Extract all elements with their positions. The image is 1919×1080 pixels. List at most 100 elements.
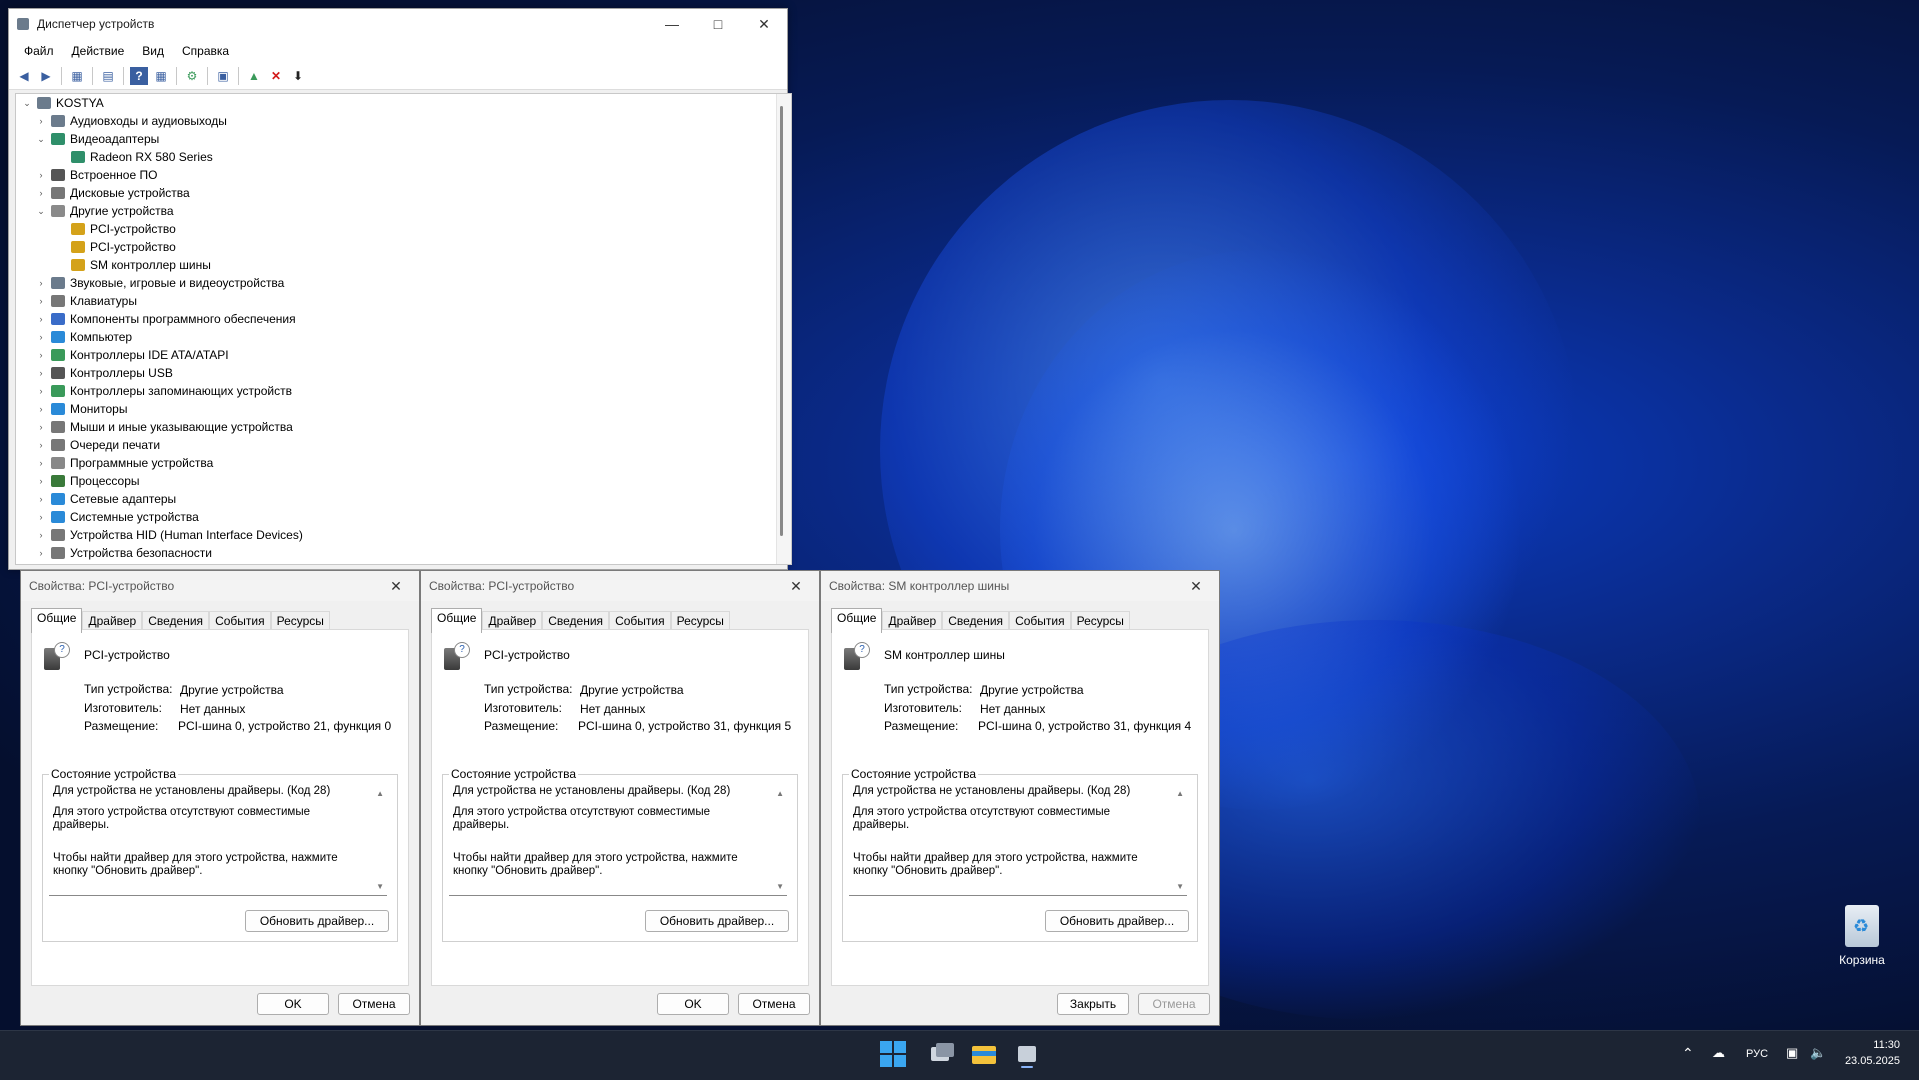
chevron-right-icon[interactable]: › xyxy=(34,440,48,450)
close-icon[interactable]: ✕ xyxy=(373,571,419,601)
uninstall-icon[interactable]: ✕ xyxy=(267,67,285,85)
tree-node[interactable]: › Встроенное ПО xyxy=(16,166,791,184)
scroll-down-icon[interactable]: ▼ xyxy=(1176,880,1184,893)
tree-node[interactable]: › Контроллеры IDE ATA/ATAPI xyxy=(16,346,791,364)
view-icon[interactable]: ▦ xyxy=(152,67,170,85)
chevron-right-icon[interactable]: › xyxy=(34,548,48,558)
scroll-down-icon[interactable]: ▼ xyxy=(376,880,384,893)
language-indicator[interactable]: РУС xyxy=(1746,1048,1768,1060)
tree-node[interactable]: › Мониторы xyxy=(16,400,791,418)
tree-node[interactable]: › Мыши и иные указывающие устройства xyxy=(16,418,791,436)
tree-node[interactable]: PCI-устройство xyxy=(16,220,791,238)
chevron-right-icon[interactable]: › xyxy=(34,368,48,378)
tree-node[interactable]: › Контроллеры USB xyxy=(16,364,791,382)
chevron-right-icon[interactable]: › xyxy=(34,494,48,504)
tree-root[interactable]: ⌄ KOSTYA xyxy=(16,94,791,112)
device-status-text[interactable]: Для устройства не установлены драйверы. … xyxy=(49,785,387,896)
properties-icon[interactable]: ▤ xyxy=(99,67,117,85)
chevron-right-icon[interactable]: › xyxy=(34,296,48,306)
back-icon[interactable]: ◀ xyxy=(15,67,33,85)
file-explorer-icon[interactable] xyxy=(970,1041,998,1069)
cancel-button[interactable]: Отмена xyxy=(338,993,410,1015)
chevron-right-icon[interactable]: › xyxy=(34,476,48,486)
desktop-icon-recycle-bin[interactable]: ♻ Корзина xyxy=(1830,905,1894,967)
scroll-up-icon[interactable]: ▲ xyxy=(776,787,784,800)
monitor-icon[interactable]: ▣ xyxy=(214,67,232,85)
close-icon[interactable]: ✕ xyxy=(1173,571,1219,601)
menu-action[interactable]: Действие xyxy=(63,41,134,61)
device-manager-taskbar-icon[interactable] xyxy=(1013,1041,1041,1069)
tab-0[interactable]: Общие xyxy=(31,608,83,633)
tree-node[interactable]: › Системные устройства xyxy=(16,508,791,526)
tree-node[interactable]: › Аудиовходы и аудиовыходы xyxy=(16,112,791,130)
tree-node[interactable]: › Компьютер xyxy=(16,328,791,346)
update-driver-button[interactable]: Обновить драйвер... xyxy=(1045,910,1189,932)
tree-node[interactable]: › Очереди печати xyxy=(16,436,791,454)
ok-button[interactable]: OK xyxy=(657,993,729,1015)
tree-node[interactable]: PCI-устройство xyxy=(16,238,791,256)
add-driver-icon[interactable]: ▲ xyxy=(245,67,263,85)
tree-node[interactable]: SM контроллер шины xyxy=(16,256,791,274)
update-driver-icon[interactable]: ⬇ xyxy=(289,67,307,85)
device-status-text[interactable]: Для устройства не установлены драйверы. … xyxy=(849,785,1187,896)
tree-node[interactable]: › Дисковые устройства xyxy=(16,184,791,202)
forward-icon[interactable]: ▶ xyxy=(37,67,55,85)
network-icon[interactable]: ▣ xyxy=(1786,1045,1798,1061)
tree-node[interactable]: ⌄ Видеоадаптеры xyxy=(16,130,791,148)
scroll-up-icon[interactable]: ▲ xyxy=(376,787,384,800)
chevron-right-icon[interactable]: › xyxy=(34,278,48,288)
minimize-icon[interactable]: — xyxy=(649,9,695,39)
close-icon[interactable]: ✕ xyxy=(773,571,819,601)
device-status-text[interactable]: Для устройства не установлены драйверы. … xyxy=(449,785,787,896)
help-icon[interactable]: ? xyxy=(130,67,148,85)
tree-node[interactable]: › Устройства безопасности xyxy=(16,544,791,562)
cancel-button[interactable]: Отмена xyxy=(1138,993,1210,1015)
tree-node[interactable]: › Компоненты программного обеспечения xyxy=(16,310,791,328)
tree-scrollbar[interactable] xyxy=(776,94,791,564)
chevron-right-icon[interactable]: › xyxy=(34,422,48,432)
scrollbar-thumb[interactable] xyxy=(780,106,783,536)
ok-button[interactable]: OK xyxy=(257,993,329,1015)
scan-hardware-icon[interactable]: ⚙ xyxy=(183,67,201,85)
tree-node[interactable]: › Сетевые адаптеры xyxy=(16,490,791,508)
maximize-icon[interactable]: □ xyxy=(695,9,741,39)
tree-node[interactable]: › Процессоры xyxy=(16,472,791,490)
tab-0[interactable]: Общие xyxy=(831,608,883,633)
chevron-down-icon[interactable]: ⌄ xyxy=(34,206,48,217)
tree-node[interactable]: › Устройства HID (Human Interface Devices… xyxy=(16,526,791,544)
chevron-up-icon[interactable]: ⌃ xyxy=(1682,1045,1694,1062)
chevron-right-icon[interactable]: › xyxy=(34,530,48,540)
cancel-button[interactable]: Отмена xyxy=(738,993,810,1015)
scroll-up-icon[interactable]: ▲ xyxy=(1176,787,1184,800)
chevron-down-icon[interactable]: ⌄ xyxy=(34,134,48,145)
chevron-right-icon[interactable]: › xyxy=(34,332,48,342)
close-icon[interactable]: ✕ xyxy=(741,9,787,39)
chevron-right-icon[interactable]: › xyxy=(34,404,48,414)
scroll-down-icon[interactable]: ▼ xyxy=(776,880,784,893)
chevron-right-icon[interactable]: › xyxy=(34,350,48,360)
task-view-icon[interactable] xyxy=(928,1041,956,1069)
chevron-right-icon[interactable]: › xyxy=(34,314,48,324)
volume-icon[interactable]: 🔈 xyxy=(1810,1045,1826,1061)
menu-file[interactable]: Файл xyxy=(15,41,63,61)
tree-node[interactable]: › Программные устройства xyxy=(16,454,791,472)
show-hide-tree-icon[interactable]: ▦ xyxy=(68,67,86,85)
tree-node[interactable]: › Контроллеры запоминающих устройств xyxy=(16,382,791,400)
chevron-right-icon[interactable]: › xyxy=(34,386,48,396)
chevron-right-icon[interactable]: › xyxy=(34,170,48,180)
tab-0[interactable]: Общие xyxy=(431,608,483,633)
tree-node[interactable]: › Клавиатуры xyxy=(16,292,791,310)
chevron-right-icon[interactable]: › xyxy=(34,116,48,126)
menu-view[interactable]: Вид xyxy=(133,41,173,61)
update-driver-button[interactable]: Обновить драйвер... xyxy=(645,910,789,932)
tree-node[interactable]: ⌄ Другие устройства xyxy=(16,202,791,220)
chevron-right-icon[interactable]: › xyxy=(34,512,48,522)
tree-node[interactable]: › Звуковые, игровые и видеоустройства xyxy=(16,274,791,292)
start-button-icon[interactable] xyxy=(880,1041,906,1067)
menu-help[interactable]: Справка xyxy=(173,41,238,61)
ok-button[interactable]: Закрыть xyxy=(1057,993,1129,1015)
chevron-down-icon[interactable]: ⌄ xyxy=(20,98,34,109)
update-driver-button[interactable]: Обновить драйвер... xyxy=(245,910,389,932)
onedrive-off-icon[interactable]: ☁ xyxy=(1712,1045,1725,1061)
clock[interactable]: 11:30 23.05.2025 xyxy=(1840,1037,1900,1069)
